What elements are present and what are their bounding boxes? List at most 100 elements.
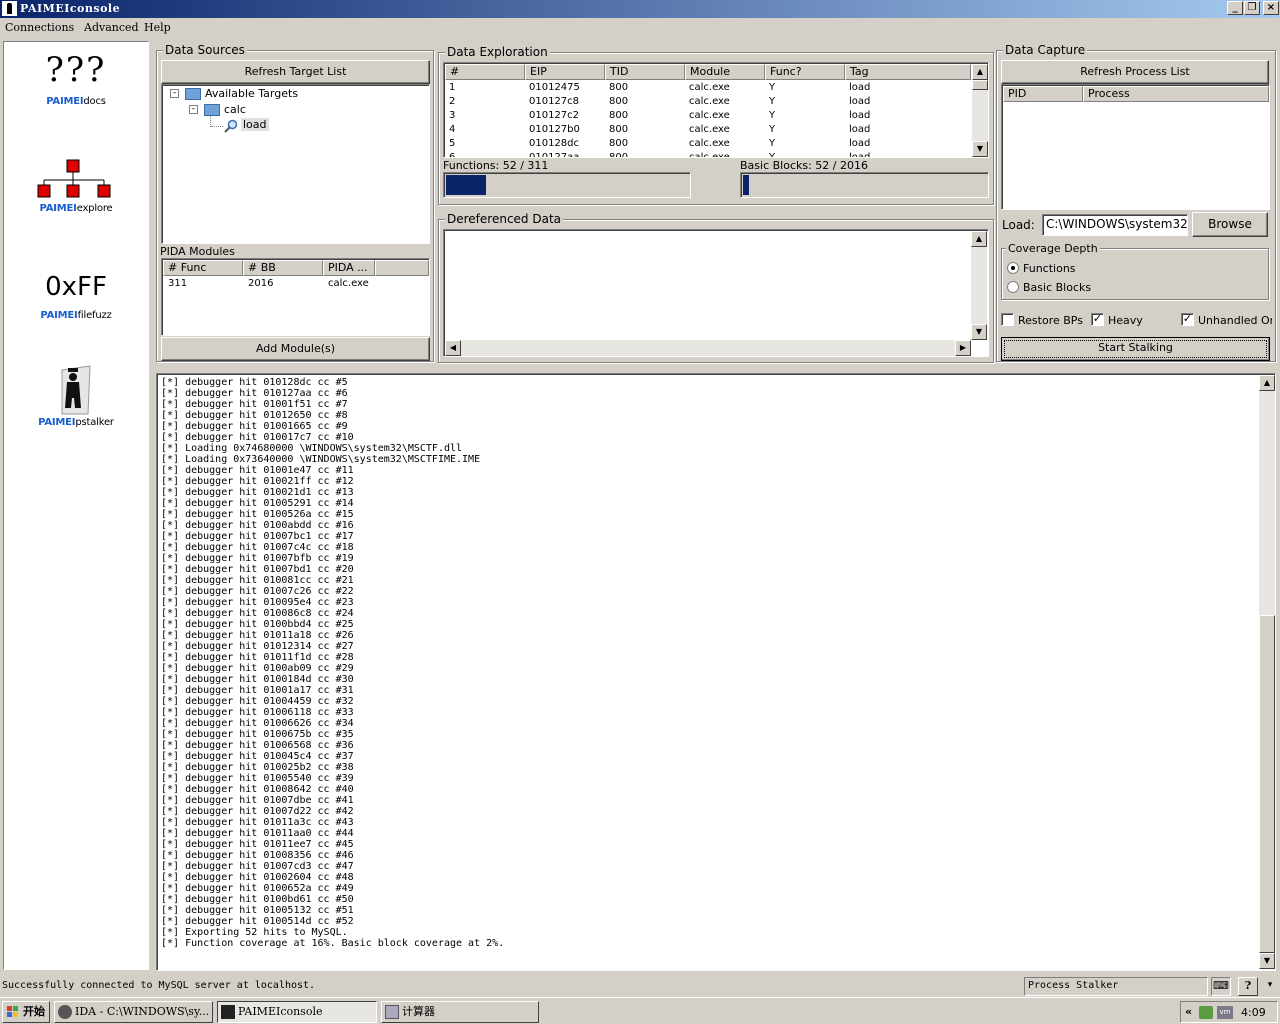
cell-module: calc.exe	[689, 96, 730, 107]
table-row[interactable]: 6 010127aa 800 calc.exe Yload	[445, 151, 971, 157]
sidebar-item-explore[interactable]: PAIMEIexplore	[4, 156, 148, 218]
cell-module: calc.exe	[689, 152, 730, 157]
basic-blocks-radio-label[interactable]: Basic Blocks	[1023, 281, 1091, 294]
hits-table[interactable]: # EIP TID Module Func? Tag 1 01012475 800 c…	[443, 62, 989, 158]
load-path-input[interactable]: C:\WINDOWS\system32\	[1042, 214, 1188, 236]
functions-progress-label: Functions: 52 / 311	[443, 159, 549, 172]
column-header[interactable]: Process	[1083, 86, 1269, 102]
scroll-thumb[interactable]	[1259, 615, 1275, 953]
dereferenced-hscroll[interactable]: ◀ ▶	[445, 340, 971, 356]
column-header[interactable]: # BB	[243, 260, 323, 276]
magnifier-icon	[224, 119, 238, 133]
unhandled-only-checkbox[interactable]: ✓	[1181, 313, 1194, 326]
menu-help[interactable]: Help	[144, 21, 171, 34]
column-header[interactable]: #	[445, 64, 525, 80]
start-button[interactable]: 开始	[2, 1001, 50, 1023]
tree-child-label[interactable]: calc	[224, 103, 246, 116]
log-line: [*] debugger hit 01002604 cc #48	[161, 872, 354, 883]
column-header[interactable]: PIDA ...	[323, 260, 375, 276]
options-icon[interactable]: ▾	[1262, 977, 1278, 996]
table-row[interactable]: 2 010127c8 800 calc.exe Yload	[445, 95, 971, 109]
scroll-down-arrow-icon[interactable]: ▼	[1259, 953, 1275, 969]
log-output[interactable]: [*] debugger hit 010128dc cc #5 [*] debug…	[156, 373, 1276, 971]
log-line: [*] debugger hit 01011ee7 cc #45	[161, 839, 354, 850]
cell-pida: calc.exe	[328, 278, 369, 289]
column-header[interactable]: PID	[1003, 86, 1083, 102]
unhandled-only-label[interactable]: Unhandled Only	[1198, 314, 1272, 327]
functions-radio[interactable]	[1007, 262, 1019, 274]
start-stalking-button[interactable]: Start Stalking	[1001, 337, 1270, 361]
sidebar-item-docs[interactable]: ??? PAIMEIdocs	[4, 50, 148, 110]
basic-blocks-progress-fill	[743, 175, 749, 195]
table-row[interactable]: 1 01012475 800 calc.exe Yload	[445, 81, 971, 95]
scroll-thumb[interactable]	[972, 80, 988, 90]
targets-tree[interactable]: - Available Targets - calc load	[161, 84, 430, 244]
coverage-depth-title: Coverage Depth	[1006, 242, 1100, 255]
restore-button[interactable]: ❐	[1244, 1, 1260, 15]
table-row[interactable]: 4 010127b0 800 calc.exe Yload	[445, 123, 971, 137]
table-row[interactable]: 3 010127c2 800 calc.exe Yload	[445, 109, 971, 123]
log-line: [*] debugger hit 01007bc1 cc #17	[161, 531, 354, 542]
refresh-target-list-button[interactable]: Refresh Target List	[161, 60, 430, 84]
sidebar-item-filefuzz[interactable]: 0xFF PAIMEIfilefuzz	[4, 270, 148, 326]
scroll-down-arrow-icon[interactable]: ▼	[972, 141, 988, 157]
refresh-process-list-button[interactable]: Refresh Process List	[1001, 60, 1269, 84]
dereferenced-data-textarea[interactable]: ▲ ▼ ◀ ▶	[443, 229, 989, 357]
close-button[interactable]: ×	[1263, 1, 1279, 15]
log-line: [*] debugger hit 01012314 cc #27	[161, 641, 354, 652]
tray-expand-icon[interactable]: «	[1185, 1005, 1192, 1018]
vm-icon[interactable]: vm	[1217, 1006, 1233, 1019]
scroll-up-arrow-icon[interactable]: ▲	[1259, 375, 1275, 391]
column-header[interactable]: EIP	[525, 64, 605, 80]
sidebar-item-pstalker[interactable]: PAIMEIpstalker	[4, 364, 148, 432]
table-row[interactable]: 5 010128dc 800 calc.exe Yload	[445, 137, 971, 151]
heavy-checkbox[interactable]: ✓	[1091, 313, 1104, 326]
scroll-up-arrow-icon[interactable]: ▲	[971, 231, 987, 247]
heavy-label[interactable]: Heavy	[1108, 314, 1143, 327]
menu-connections[interactable]: Connections	[5, 21, 74, 34]
basic-blocks-radio[interactable]	[1007, 281, 1019, 293]
log-line: [*] debugger hit 01007bfb cc #19	[161, 553, 354, 564]
column-header[interactable]: TID	[605, 64, 685, 80]
task-label: IDA - C:\WINDOWS\sy...	[75, 1005, 210, 1018]
minimize-button[interactable]: _	[1227, 1, 1243, 15]
restore-bps-label[interactable]: Restore BPs	[1018, 314, 1083, 327]
column-header[interactable]: Func?	[765, 64, 845, 80]
task-paimeiconsole[interactable]: PAIMEIconsole	[217, 1001, 377, 1023]
log-scrollbar[interactable]: ▲ ▼	[1259, 375, 1275, 969]
task-calculator[interactable]: 计算器	[381, 1001, 539, 1023]
scroll-right-arrow-icon[interactable]: ▶	[955, 340, 971, 356]
help-icon[interactable]: ?	[1238, 977, 1258, 996]
table-row[interactable]: 311 2016 calc.exe	[163, 277, 429, 291]
column-header[interactable]: # Func	[163, 260, 243, 276]
title-bar[interactable]: PAIMEIconsole _ ❐ ×	[0, 0, 1280, 18]
column-header[interactable]: Tag	[845, 64, 971, 80]
task-ida[interactable]: IDA - C:\WINDOWS\sy...	[54, 1001, 213, 1023]
browse-button[interactable]: Browse	[1192, 212, 1268, 237]
restore-bps-checkbox[interactable]	[1001, 313, 1014, 326]
scroll-left-arrow-icon[interactable]: ◀	[445, 340, 461, 356]
process-list[interactable]: PID Process	[1001, 84, 1270, 210]
network-icon[interactable]	[1199, 1006, 1213, 1019]
cell-func: Y	[769, 110, 776, 121]
cell-tid: 800	[609, 124, 629, 135]
column-header[interactable]: Module	[685, 64, 765, 80]
scroll-up-arrow-icon[interactable]: ▲	[972, 64, 988, 80]
data-exploration-title: Data Exploration	[445, 45, 550, 59]
hits-scrollbar[interactable]: ▲ ▼	[972, 64, 988, 157]
dereferenced-vscroll[interactable]: ▲ ▼	[971, 231, 987, 340]
clock[interactable]: 4:09	[1241, 1006, 1266, 1019]
pida-modules-table[interactable]: # Func # BB PIDA ... 311 2016 calc.exe	[161, 258, 430, 336]
tree-root-label[interactable]: Available Targets	[205, 87, 298, 100]
log-line: [*] debugger hit 01011a3c cc #43	[161, 817, 354, 828]
add-modules-button[interactable]: Add Module(s)	[161, 337, 430, 361]
sidebar-item-label: PAIMEIexplore	[39, 203, 113, 214]
keyboard-icon[interactable]: ⌨	[1211, 977, 1231, 996]
menu-advanced[interactable]: Advanced	[84, 21, 139, 34]
collapse-icon[interactable]: -	[170, 89, 179, 98]
tree-leaf-label[interactable]: load	[241, 118, 269, 131]
collapse-icon[interactable]: -	[189, 105, 198, 114]
scroll-down-arrow-icon[interactable]: ▼	[971, 324, 987, 340]
app-icon	[2, 1, 17, 16]
functions-radio-label[interactable]: Functions	[1023, 262, 1076, 275]
